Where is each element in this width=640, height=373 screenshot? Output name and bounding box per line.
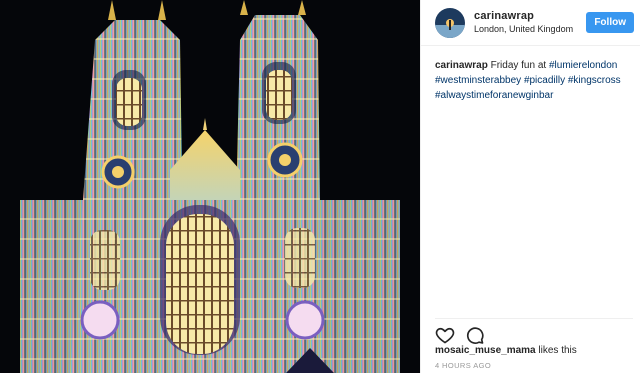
post-timestamp[interactable]: 4 HOURS AGO: [435, 361, 491, 370]
likes-suffix: likes this: [538, 345, 577, 356]
avatar[interactable]: [435, 7, 465, 38]
post-header: carinawrap London, United Kingdom Follow: [421, 0, 640, 46]
caption-text: Friday fun at: [490, 60, 547, 71]
avatar-image: [435, 7, 465, 38]
hashtag-link[interactable]: #picadilly: [524, 75, 565, 86]
likes-line: mosaic_muse_mama likes this: [435, 345, 577, 356]
post-caption: carinawrap Friday fun at #lumierelondon …: [421, 46, 640, 103]
hashtag-link[interactable]: #alwaystimeforanewginbar: [435, 90, 553, 101]
caption-username[interactable]: carinawrap: [435, 60, 488, 71]
hashtag-link[interactable]: #kingscross: [568, 75, 621, 86]
follow-button[interactable]: Follow: [586, 12, 634, 33]
illuminated-abbey-image: [0, 0, 420, 373]
comment-icon[interactable]: [465, 325, 485, 345]
post-actions: [435, 318, 633, 345]
liked-by-username[interactable]: mosaic_muse_mama: [435, 345, 536, 356]
post-username[interactable]: carinawrap: [474, 9, 586, 23]
hashtag-link[interactable]: #lumierelondon: [549, 60, 617, 71]
heart-icon[interactable]: [435, 325, 455, 345]
hashtag-link[interactable]: #westminsterabbey: [435, 75, 521, 86]
post-location[interactable]: London, United Kingdom: [474, 23, 586, 36]
post-photo[interactable]: [0, 0, 420, 373]
post-sidebar: carinawrap London, United Kingdom Follow…: [420, 0, 640, 373]
